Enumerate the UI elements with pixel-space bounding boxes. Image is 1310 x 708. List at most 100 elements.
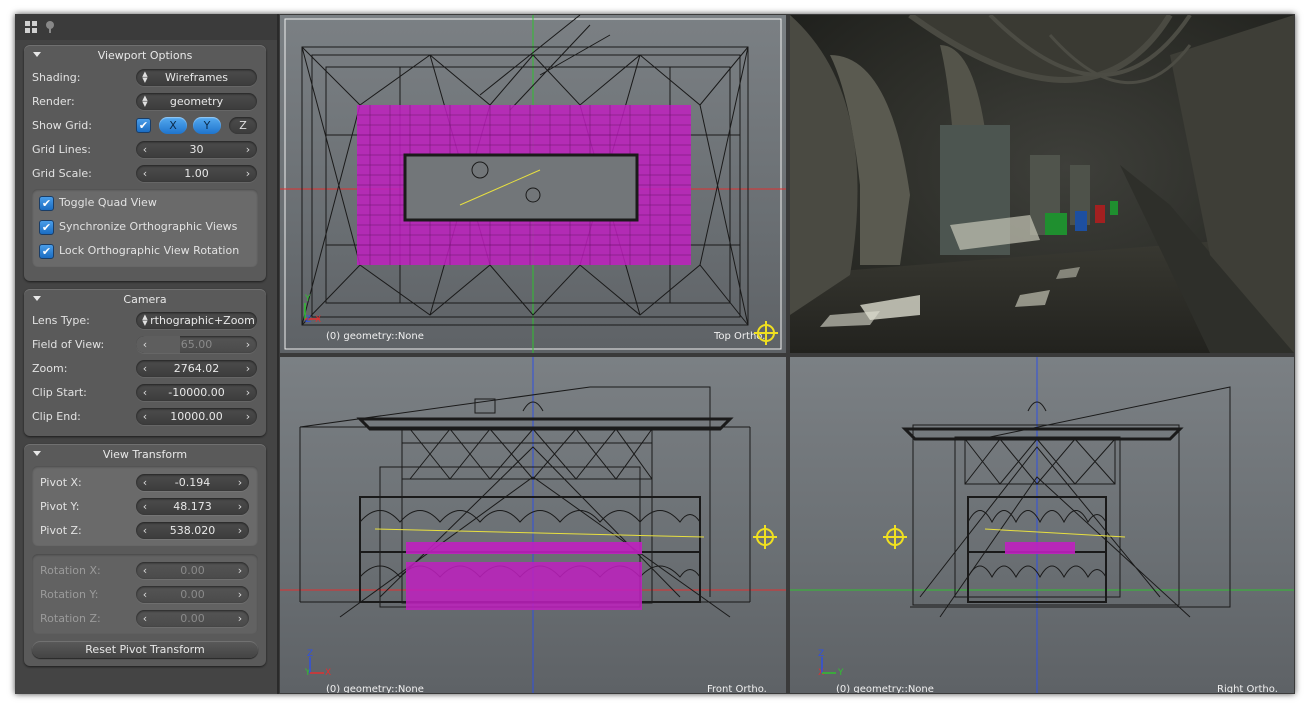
increment-icon[interactable]: › bbox=[233, 474, 247, 491]
grid-axis-toggles: X Y Z bbox=[159, 117, 259, 134]
camera-panel: Camera Lens Type: ▲ ▼ rthographic+Zoom Fi… bbox=[24, 289, 266, 436]
reset-pivot-button[interactable]: Reset Pivot Transform bbox=[32, 641, 258, 658]
increment-icon[interactable]: › bbox=[233, 498, 247, 515]
pivot-z-label: Pivot Z: bbox=[40, 524, 82, 537]
lock-ortho-checkbox[interactable]: ✔ bbox=[39, 244, 54, 259]
viewport-name: Right Ortho. bbox=[1217, 684, 1278, 693]
right-wireframe bbox=[790, 357, 1294, 693]
pivot-x-spinner[interactable]: ‹ -0.194 › bbox=[136, 474, 249, 491]
grid-lines-value: 30 bbox=[189, 143, 204, 156]
toggle-quad-checkbox[interactable]: ✔ bbox=[39, 196, 54, 211]
decrement-icon[interactable]: ‹ bbox=[138, 360, 152, 377]
pivot-z-value: 538.020 bbox=[169, 524, 216, 537]
increment-icon: › bbox=[245, 338, 251, 351]
decrement-icon[interactable]: ‹ bbox=[138, 141, 152, 158]
sidebar-toolbar bbox=[15, 14, 277, 40]
sync-ortho-label: Synchronize Orthographic Views bbox=[59, 220, 238, 233]
updown-icon: ▲ ▼ bbox=[142, 94, 148, 108]
increment-icon: › bbox=[237, 588, 243, 601]
increment-icon: › bbox=[237, 612, 243, 625]
splitter[interactable] bbox=[277, 14, 279, 694]
increment-icon[interactable]: › bbox=[241, 165, 255, 182]
rotation-x-value: 0.00 bbox=[180, 564, 205, 577]
increment-icon: › bbox=[237, 564, 243, 577]
viewport-info: (0) geometry::None bbox=[326, 331, 424, 342]
increment-icon[interactable]: › bbox=[241, 141, 255, 158]
pivot-crosshair-icon[interactable] bbox=[754, 321, 778, 345]
rotation-group: Rotation X: ‹ 0.00 › Rotation Y: ‹ 0.00 … bbox=[32, 554, 258, 634]
viewport-info: (0) geometry::None bbox=[836, 684, 934, 693]
clip-start-spinner[interactable]: ‹ -10000.00 › bbox=[136, 384, 257, 401]
updown-icon: ▲ ▼ bbox=[142, 70, 148, 84]
grid-z-toggle[interactable]: Z bbox=[229, 117, 257, 134]
pivot-y-label: Pivot Y: bbox=[40, 500, 80, 513]
updown-icon: ▲ ▼ bbox=[142, 313, 148, 327]
pin-icon[interactable] bbox=[43, 20, 57, 34]
fov-label: Field of View: bbox=[32, 338, 105, 351]
show-grid-checkbox[interactable]: ✔ bbox=[136, 118, 151, 133]
viewport-info: (0) geometry::None bbox=[326, 684, 424, 693]
lens-type-label: Lens Type: bbox=[32, 314, 90, 327]
lens-type-value: rthographic+Zoom bbox=[150, 314, 255, 327]
rotation-z-value: 0.00 bbox=[180, 612, 205, 625]
zoom-label: Zoom: bbox=[32, 362, 68, 375]
decrement-icon[interactable]: ‹ bbox=[138, 522, 152, 539]
perspective-render bbox=[790, 15, 1294, 353]
show-grid-label: Show Grid: bbox=[32, 119, 92, 132]
zoom-spinner[interactable]: ‹ 2764.02 › bbox=[136, 360, 257, 377]
app-window: Viewport Options Shading: ▲ ▼ Wireframes … bbox=[15, 14, 1295, 694]
increment-icon[interactable]: › bbox=[241, 384, 255, 401]
sync-ortho-checkbox[interactable]: ✔ bbox=[39, 220, 54, 235]
decrement-icon[interactable]: ‹ bbox=[138, 408, 152, 425]
fov-slider: ‹ 65.00 › bbox=[136, 336, 257, 353]
increment-icon[interactable]: › bbox=[241, 408, 255, 425]
top-ortho-viewport[interactable]: Y Z X (0) geometry::None Top Ortho. bbox=[280, 15, 786, 353]
clip-end-value: 10000.00 bbox=[170, 410, 223, 423]
increment-icon[interactable]: › bbox=[233, 522, 247, 539]
clip-end-spinner[interactable]: ‹ 10000.00 › bbox=[136, 408, 257, 425]
grid-lines-spinner[interactable]: ‹ 30 › bbox=[136, 141, 257, 158]
panel-title: Viewport Options bbox=[97, 49, 193, 62]
pivot-z-spinner[interactable]: ‹ 538.020 › bbox=[136, 522, 249, 539]
lock-ortho-label: Lock Orthographic View Rotation bbox=[59, 244, 240, 257]
rotation-z-spinner: ‹ 0.00 › bbox=[136, 610, 249, 627]
grid-scale-value: 1.00 bbox=[184, 167, 209, 180]
decrement-icon[interactable]: ‹ bbox=[138, 498, 152, 515]
grid-view-icon[interactable] bbox=[24, 20, 38, 34]
view-transform-panel: View Transform Pivot X: ‹ -0.194 › Pivot… bbox=[24, 444, 266, 666]
clip-start-value: -10000.00 bbox=[168, 386, 225, 399]
pivot-y-spinner[interactable]: ‹ 48.173 › bbox=[136, 498, 249, 515]
rotation-z-label: Rotation Z: bbox=[40, 612, 101, 625]
axis-gizmo-icon bbox=[309, 657, 324, 674]
decrement-icon[interactable]: ‹ bbox=[138, 384, 152, 401]
decrement-icon: ‹ bbox=[142, 564, 148, 577]
grid-y-toggle[interactable]: Y bbox=[193, 117, 221, 134]
sidebar: Viewport Options Shading: ▲ ▼ Wireframes … bbox=[15, 14, 277, 694]
shading-select[interactable]: ▲ ▼ Wireframes bbox=[136, 69, 257, 86]
viewport-name: Front Ortho. bbox=[707, 684, 767, 693]
decrement-icon: ‹ bbox=[142, 338, 148, 351]
rotation-x-label: Rotation X: bbox=[40, 564, 101, 577]
lens-type-select[interactable]: ▲ ▼ rthographic+Zoom bbox=[136, 312, 257, 329]
panel-title: Camera bbox=[123, 293, 167, 306]
pivot-crosshair-icon[interactable] bbox=[753, 525, 777, 549]
decrement-icon[interactable]: ‹ bbox=[138, 165, 152, 182]
render-select[interactable]: ▲ ▼ geometry bbox=[136, 93, 257, 110]
pivot-x-value: -0.194 bbox=[174, 476, 211, 489]
shading-value: Wireframes bbox=[164, 71, 229, 84]
grid-x-toggle[interactable]: X bbox=[159, 117, 187, 134]
top-wireframe bbox=[280, 15, 786, 353]
right-ortho-viewport[interactable]: Z X Y (0) geometry::None Right Ortho. bbox=[790, 357, 1294, 693]
grid-lines-label: Grid Lines: bbox=[32, 143, 91, 156]
perspective-viewport[interactable] bbox=[790, 15, 1294, 353]
view-toggles-group: ✔ Toggle Quad View ✔ Synchronize Orthogr… bbox=[32, 189, 258, 267]
grid-scale-spinner[interactable]: ‹ 1.00 › bbox=[136, 165, 257, 182]
front-ortho-viewport[interactable]: Z Y X (0) geometry::None Front Ortho. bbox=[280, 357, 786, 693]
axis-gizmo-icon bbox=[821, 657, 836, 674]
decrement-icon[interactable]: ‹ bbox=[138, 474, 152, 491]
render-value: geometry bbox=[169, 95, 224, 108]
shading-label: Shading: bbox=[32, 71, 81, 84]
pivot-crosshair-icon[interactable] bbox=[883, 525, 907, 549]
increment-icon[interactable]: › bbox=[241, 360, 255, 377]
fov-value: 65.00 bbox=[180, 338, 213, 351]
